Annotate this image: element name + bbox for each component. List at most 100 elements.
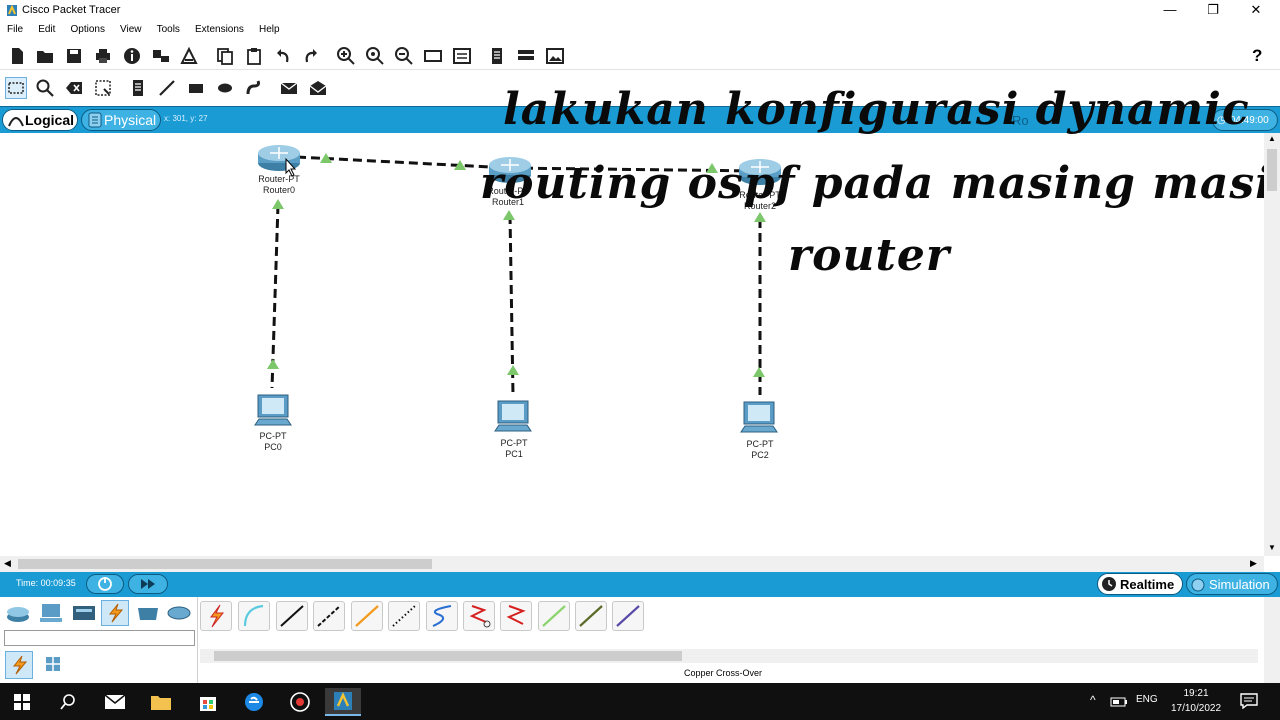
automatic-cable-icon[interactable] [200,601,232,631]
menu-options[interactable]: Options [65,22,109,37]
coaxial-cable-icon[interactable] [426,601,458,631]
canvas-vertical-scrollbar[interactable]: ▲ ▼ [1264,133,1280,556]
iot-custom-cable-icon[interactable] [575,601,607,631]
notes-icon[interactable] [486,45,508,67]
pc1-label: PC-PT PC1 [479,438,549,460]
connections-subcategory-icon[interactable] [5,651,33,679]
menu-view[interactable]: View [115,22,147,37]
pc2-icon[interactable] [740,401,778,433]
device-panel-scrollbar[interactable] [1264,597,1280,683]
tab-logical[interactable]: Logical [2,109,78,131]
menu-file[interactable]: File [2,22,28,37]
serial-dce-cable-icon[interactable] [463,601,495,631]
ipc-icon[interactable] [515,45,537,67]
canvas-horizontal-scrollbar[interactable]: ◀ ▶ [0,556,1264,572]
help-question-icon[interactable]: ? [1252,46,1262,66]
delete-icon[interactable] [63,77,85,99]
mail-icon[interactable] [97,688,133,716]
draw-rectangle-icon[interactable] [185,77,207,99]
open-folder-icon[interactable] [34,45,56,67]
components-category-icon[interactable] [70,600,98,626]
octal-cable-icon[interactable] [538,601,570,631]
custom-device-icon[interactable] [451,45,473,67]
network-info-icon[interactable] [150,45,172,67]
info-icon[interactable] [121,45,143,67]
paste-icon[interactable] [243,45,265,67]
pc1-icon[interactable] [494,400,532,432]
zoom-in-icon[interactable] [335,45,357,67]
usb-cable-icon[interactable] [612,601,644,631]
packet-tracer-taskbar-icon[interactable] [325,688,361,716]
grid-view-icon[interactable] [40,651,66,677]
tab-simulation[interactable]: Simulation [1186,573,1278,595]
new-file-icon[interactable] [6,45,28,67]
pc0-model: PC-PT [259,431,287,441]
maximize-button[interactable]: ❐ [1193,0,1233,22]
copy-icon[interactable] [214,45,236,67]
copper-straight-through-icon[interactable] [276,601,308,631]
pc1-model: PC-PT [500,438,528,448]
place-note-icon[interactable] [127,77,149,99]
power-cycle-button[interactable] [86,574,124,594]
zoom-out-icon[interactable] [393,45,415,67]
cable-list-scroll-thumb[interactable] [214,651,682,661]
add-simple-pdu-icon[interactable] [278,77,300,99]
screen-recorder-icon[interactable] [282,688,318,716]
battery-icon[interactable] [1110,696,1128,708]
phone-cable-icon[interactable] [388,601,420,631]
edge-browser-icon[interactable] [236,688,272,716]
select-icon[interactable] [5,77,27,99]
freeform-icon[interactable] [243,77,265,99]
activity-wizard-icon[interactable] [178,45,200,67]
simulation-stopwatch-icon [1191,578,1205,592]
drawing-palette-icon[interactable] [422,45,444,67]
horizontal-scroll-thumb[interactable] [18,559,432,569]
device-search-input[interactable] [4,630,195,646]
redo-icon[interactable] [300,45,322,67]
resize-shape-icon[interactable] [92,77,114,99]
scroll-up-icon[interactable]: ▲ [1268,134,1276,143]
minimize-button[interactable]: — [1150,0,1190,22]
draw-line-icon[interactable] [156,77,178,99]
image-icon[interactable] [544,45,566,67]
save-icon[interactable] [63,45,85,67]
vertical-scroll-thumb[interactable] [1267,149,1277,191]
console-cable-icon[interactable] [238,601,270,631]
menu-extensions[interactable]: Extensions [190,22,249,37]
end-devices-category-icon[interactable] [37,600,65,626]
cable-list-scrollbar[interactable] [200,649,1258,663]
tab-simulation-label: Simulation [1209,576,1270,592]
language-indicator[interactable]: ENG [1136,694,1158,705]
taskbar-clock[interactable]: 19:21 17/10/2022 [1168,686,1224,716]
menu-edit[interactable]: Edit [33,22,60,37]
store-icon[interactable] [190,688,226,716]
pc0-icon[interactable] [254,394,292,426]
print-icon[interactable] [92,45,114,67]
tray-chevron-up-icon[interactable]: ^ [1090,693,1096,707]
copper-cross-over-icon[interactable] [313,601,345,631]
multiuser-category-icon[interactable] [165,600,193,626]
connections-category-icon[interactable] [101,600,129,626]
file-explorer-icon[interactable] [143,688,179,716]
misc-category-icon[interactable] [134,600,162,626]
tab-realtime[interactable]: Realtime [1097,573,1183,595]
add-complex-pdu-icon[interactable] [307,77,329,99]
tab-physical[interactable]: Physical [81,109,161,131]
scroll-left-icon[interactable]: ◀ [4,558,11,569]
serial-dte-cable-icon[interactable] [500,601,532,631]
network-devices-category-icon[interactable] [4,600,32,626]
search-icon[interactable] [50,688,86,716]
inspect-icon[interactable] [34,77,56,99]
close-button[interactable]: ✕ [1236,0,1276,22]
fiber-cable-icon[interactable] [351,601,383,631]
windows-start-icon[interactable] [4,688,40,716]
notification-center-icon[interactable] [1240,693,1258,709]
scroll-down-icon[interactable]: ▼ [1268,543,1276,552]
menu-help[interactable]: Help [254,22,285,37]
zoom-reset-icon[interactable] [364,45,386,67]
scroll-right-icon[interactable]: ▶ [1250,558,1257,569]
undo-icon[interactable] [272,45,294,67]
fast-forward-button[interactable] [128,574,168,594]
menu-tools[interactable]: Tools [152,22,185,37]
draw-ellipse-icon[interactable] [214,77,236,99]
